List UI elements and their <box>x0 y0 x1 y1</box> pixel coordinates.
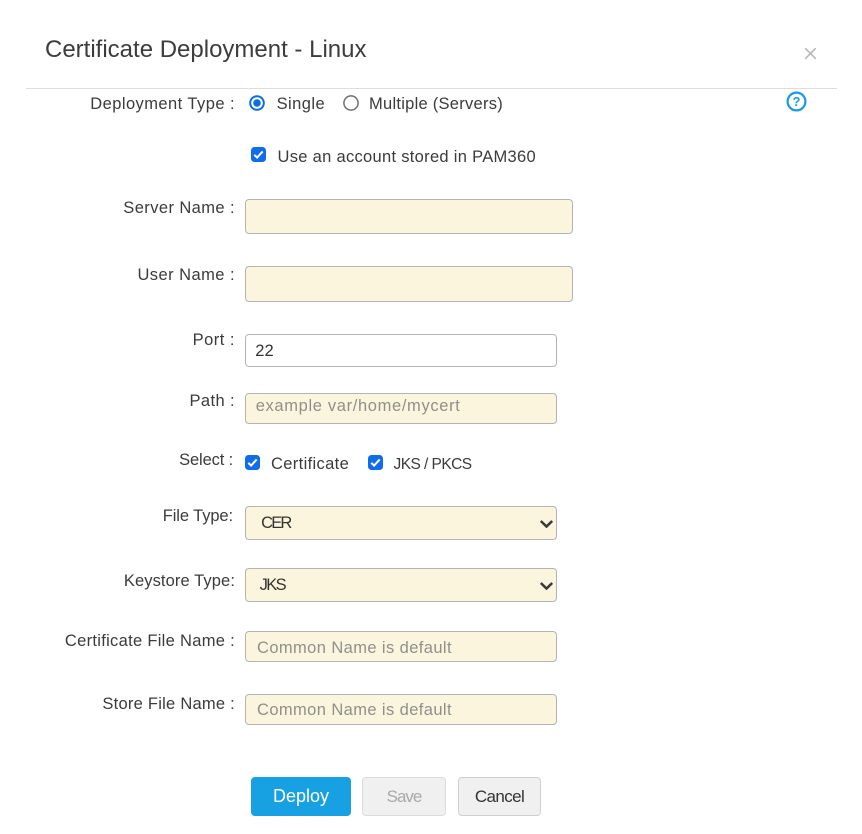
svg-text:?: ? <box>793 94 801 109</box>
